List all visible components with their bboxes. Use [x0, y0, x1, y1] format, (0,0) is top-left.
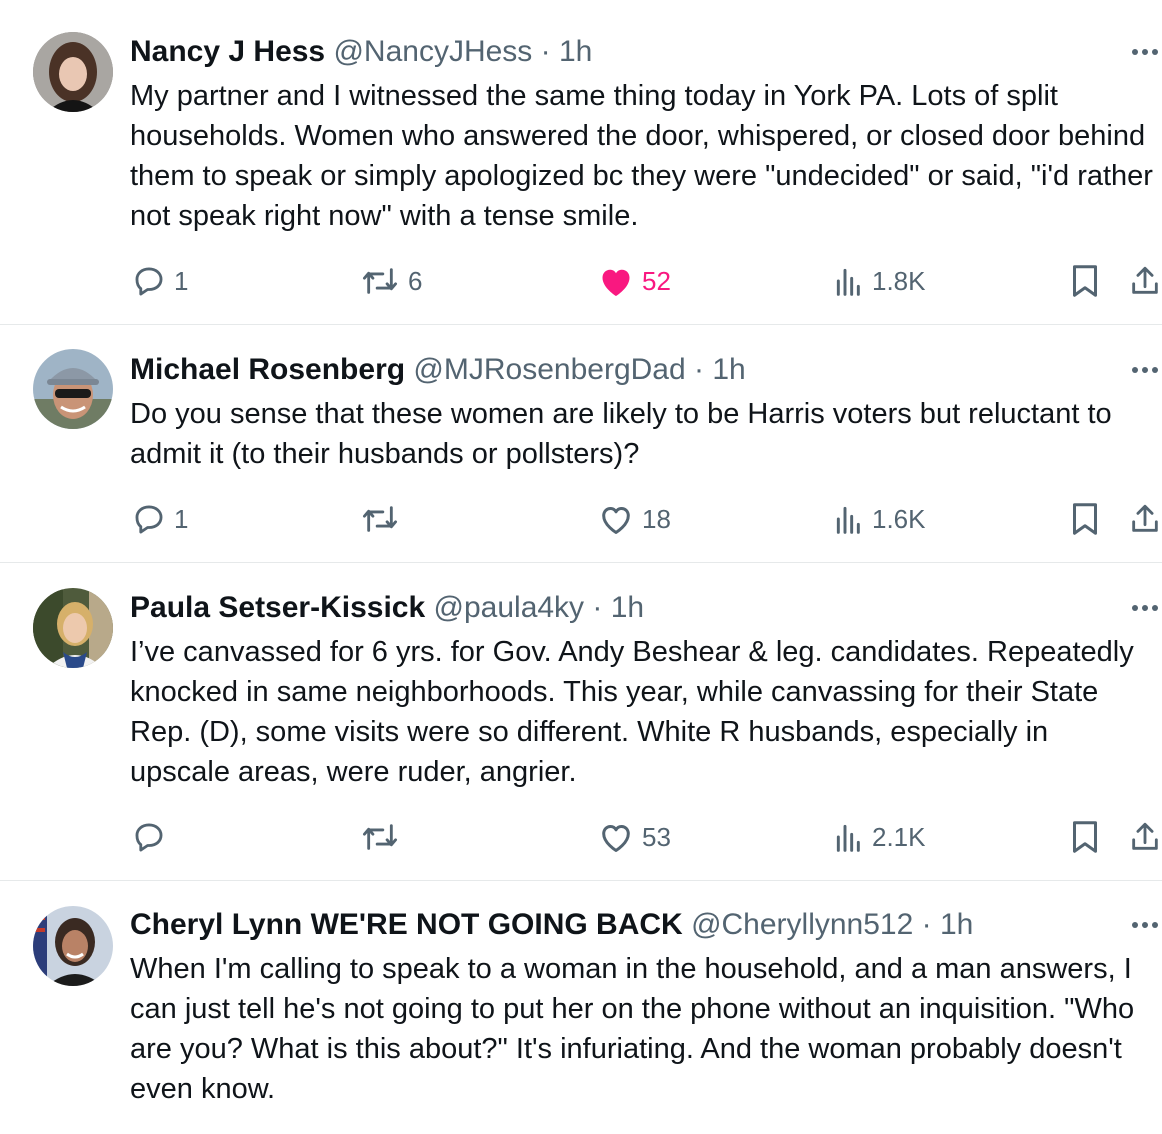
author-handle[interactable]: @paula4ky	[434, 591, 585, 624]
author-name[interactable]: Cheryl Lynn WE'RE NOT GOING BACK	[130, 908, 683, 941]
bookmark-icon	[1070, 263, 1100, 299]
repost-count: 6	[408, 265, 423, 296]
views-button[interactable]: 1.8K	[834, 261, 926, 301]
reply-button[interactable]: 1	[132, 261, 188, 301]
tweet-header: Paula Setser-Kissick @paula4ky · 1h	[130, 590, 644, 626]
tweet-text: When I'm calling to speak to a woman in …	[130, 953, 1135, 1105]
repost-icon	[360, 820, 400, 854]
views-icon	[834, 503, 864, 535]
like-icon	[598, 502, 634, 536]
bookmark-icon	[1070, 819, 1100, 855]
author-name[interactable]: Nancy J Hess	[130, 35, 325, 68]
bookmark-button[interactable]	[1070, 261, 1100, 301]
timestamp[interactable]: · 1h	[541, 35, 593, 68]
reply-button[interactable]: 1	[132, 499, 188, 539]
author-name[interactable]: Paula Setser-Kissick	[130, 591, 425, 624]
tweet-text: I’ve canvassed for 6 yrs. for Gov. Andy …	[130, 636, 1134, 788]
reply-button[interactable]	[132, 817, 174, 857]
views-count: 1.6K	[872, 503, 926, 534]
author-name[interactable]: Michael Rosenberg	[130, 353, 405, 386]
repost-button[interactable]	[360, 817, 408, 857]
more-icon[interactable]	[1128, 598, 1162, 618]
bookmark-icon	[1070, 501, 1100, 537]
repost-icon	[360, 502, 400, 536]
tweet-header: Michael Rosenberg @MJRosenbergDad · 1h	[130, 352, 746, 388]
share-button[interactable]	[1128, 261, 1162, 301]
author-handle[interactable]: @NancyJHess	[333, 35, 532, 68]
like-count: 52	[642, 265, 671, 296]
avatar[interactable]	[33, 349, 113, 429]
views-count: 1.8K	[872, 265, 926, 296]
author-handle[interactable]: @MJRosenbergDad	[413, 353, 685, 386]
share-icon	[1128, 819, 1162, 855]
views-icon	[834, 265, 864, 297]
like-button[interactable]: 18	[598, 499, 671, 539]
bookmark-button[interactable]	[1070, 499, 1100, 539]
like-count: 18	[642, 503, 671, 534]
views-count: 2.1K	[872, 821, 926, 852]
more-icon[interactable]	[1128, 42, 1162, 62]
share-button[interactable]	[1128, 499, 1162, 539]
repost-button[interactable]: 6	[360, 261, 422, 301]
more-icon[interactable]	[1128, 360, 1162, 380]
repost-button[interactable]	[360, 499, 408, 539]
avatar[interactable]	[33, 588, 113, 668]
reply-icon	[132, 502, 166, 536]
tweet-4[interactable]: Cheryl Lynn WE'RE NOT GOING BACK @Cheryl…	[0, 881, 1162, 1134]
views-button[interactable]: 2.1K	[834, 817, 926, 857]
tweet-text: My partner and I witnessed the same thin…	[130, 80, 1153, 232]
like-count: 53	[642, 821, 671, 852]
like-button[interactable]: 53	[598, 817, 671, 857]
avatar[interactable]	[33, 32, 113, 112]
reply-count: 1	[174, 503, 189, 534]
reply-icon	[132, 264, 166, 298]
timestamp[interactable]: · 1h	[922, 908, 974, 941]
like-button[interactable]: 52	[598, 261, 671, 301]
tweet-header: Cheryl Lynn WE'RE NOT GOING BACK @Cheryl…	[130, 907, 973, 943]
like-icon	[598, 264, 634, 298]
views-button[interactable]: 1.6K	[834, 499, 926, 539]
timestamp[interactable]: · 1h	[694, 353, 746, 386]
tweet-header: Nancy J Hess @NancyJHess · 1h	[130, 34, 592, 70]
reply-count: 1	[174, 265, 189, 296]
share-button[interactable]	[1128, 817, 1162, 857]
author-handle[interactable]: @Cheryllynn512	[691, 908, 913, 941]
tweet-3[interactable]: Paula Setser-Kissick @paula4ky · 1h I’ve…	[0, 563, 1162, 881]
more-icon[interactable]	[1128, 915, 1162, 935]
views-icon	[834, 821, 864, 853]
avatar[interactable]	[33, 906, 113, 986]
like-icon	[598, 820, 634, 854]
reply-icon	[132, 820, 166, 854]
repost-icon	[360, 264, 400, 298]
timestamp[interactable]: · 1h	[592, 591, 644, 624]
share-icon	[1128, 501, 1162, 537]
tweet-text: Do you sense that these women are likely…	[130, 398, 1112, 470]
tweet-1[interactable]: Nancy J Hess @NancyJHess · 1h My partner…	[0, 0, 1162, 325]
tweet-2[interactable]: Michael Rosenberg @MJRosenbergDad · 1h D…	[0, 325, 1162, 563]
share-icon	[1128, 263, 1162, 299]
bookmark-button[interactable]	[1070, 817, 1100, 857]
